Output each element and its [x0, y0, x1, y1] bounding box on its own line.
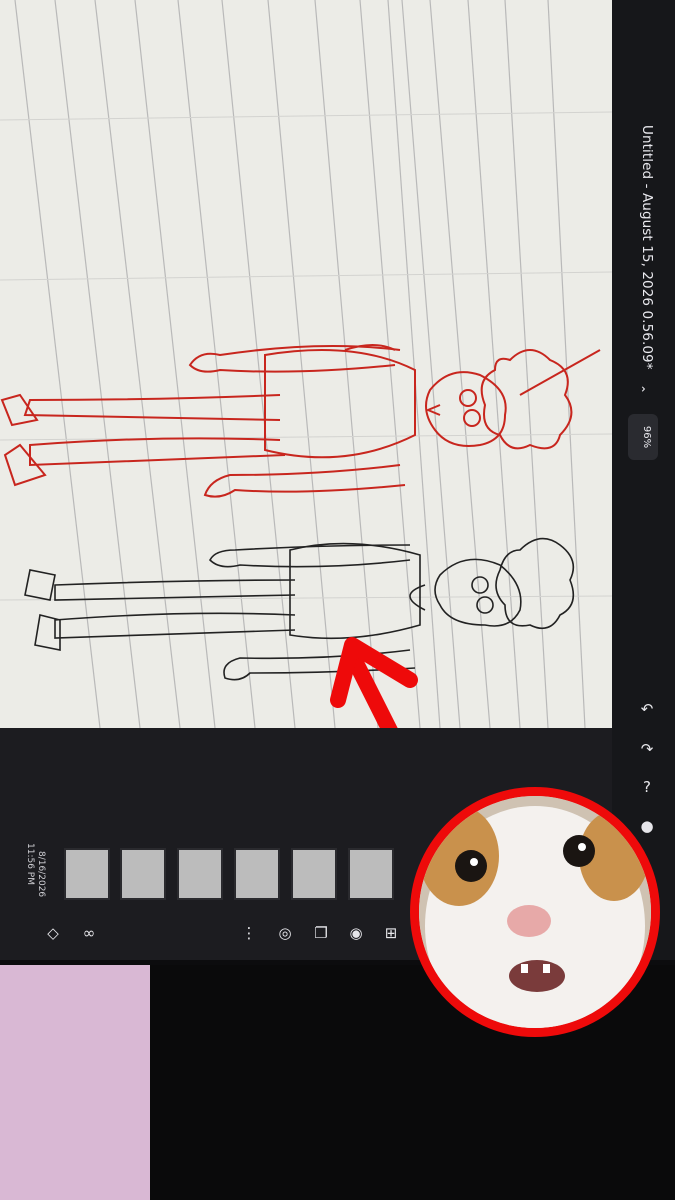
document-title[interactable]: Untitled - August 15, 2026 0.56.09* — [625, 125, 655, 370]
annotation-arrow — [330, 637, 418, 728]
frame-thumbnail[interactable] — [64, 848, 110, 900]
sketch-svg — [0, 0, 612, 728]
account-icon[interactable]: ● — [636, 815, 658, 837]
frame-thumbnail[interactable] — [291, 848, 337, 900]
frame-thumbnail[interactable] — [120, 848, 166, 900]
drawing-canvas[interactable] — [0, 0, 612, 728]
fabric-background — [0, 965, 150, 1200]
chevron-down-icon[interactable]: ⌃ — [633, 384, 647, 398]
undo-icon[interactable]: ↶ — [636, 698, 658, 720]
onion-skin-icon[interactable]: ◎ — [274, 922, 296, 944]
frame-thumbnail[interactable] — [234, 848, 280, 900]
camera-icon[interactable]: ◉ — [345, 922, 367, 944]
more-icon[interactable]: ⋮ — [238, 922, 260, 944]
layers-icon[interactable]: ∞ — [78, 922, 100, 944]
help-icon[interactable]: ? — [636, 776, 658, 798]
taskbar-date: 8/16/2026 — [36, 851, 46, 898]
frame-thumbnail[interactable] — [348, 848, 394, 900]
zoom-level: 96% — [641, 425, 652, 449]
frame-thumbnail[interactable] — [177, 848, 223, 900]
black-figure-sketch — [24, 537, 575, 681]
grid-lines — [14, 0, 586, 728]
redo-icon[interactable]: ↷ — [636, 738, 658, 760]
cat-face-icon — [419, 796, 651, 1028]
duplicate-frame-icon[interactable]: ❐ — [310, 922, 332, 944]
add-frame-icon[interactable]: ⊞ — [380, 922, 402, 944]
red-figure-sketch — [0, 344, 601, 498]
grid-horizontal — [0, 111, 612, 601]
reaction-cat-image — [410, 787, 660, 1037]
